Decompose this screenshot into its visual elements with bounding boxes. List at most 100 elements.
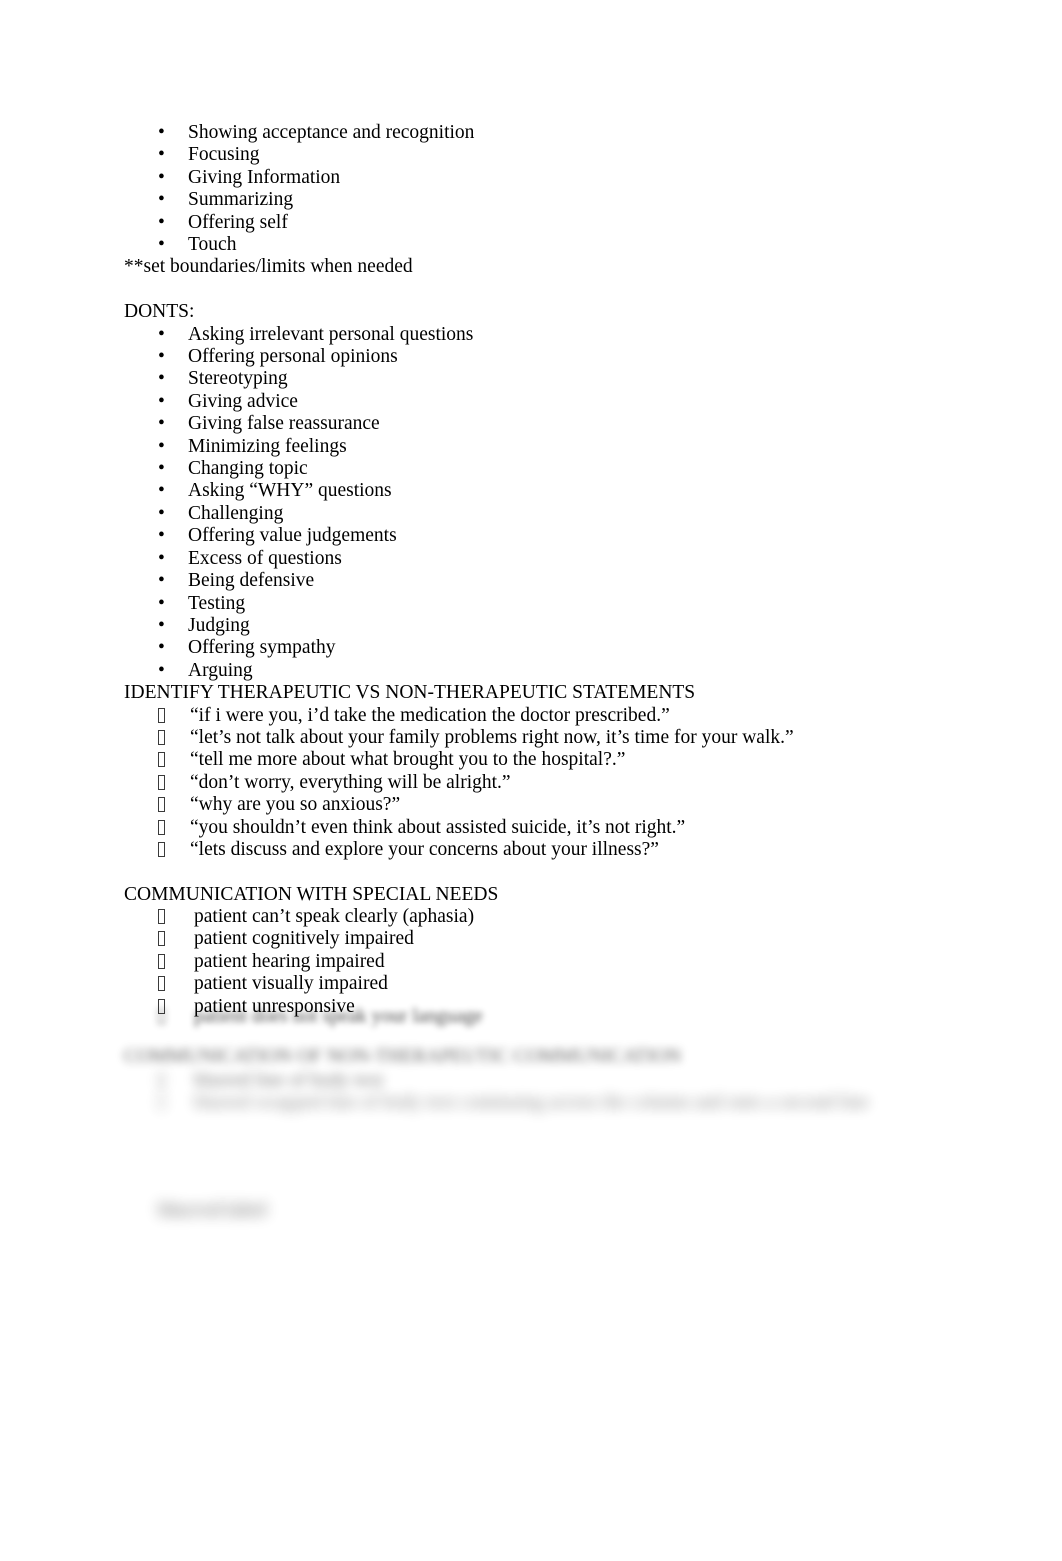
list-item-label: Summarizing [188,189,294,211]
list-item-label: Offering self [188,211,288,233]
missing-glyph-bullet-icon [158,772,190,794]
list-item: “lets discuss and explore your concerns … [124,839,924,861]
list-item: • Offering value judgements [124,525,924,547]
document-page: • Showing acceptance and recognition • F… [0,0,1062,1561]
list-item: • Giving Information [124,167,924,189]
list-item-label: “lets discuss and explore your concerns … [190,838,659,860]
list-item-label: Stereotyping [188,368,288,390]
list-item-label: Focusing [188,144,260,166]
obscured-list-item-row: patient does not speak your language [0,1006,1062,1029]
list-item-label: Giving Information [188,166,341,188]
list-item: • Giving false reassurance [124,413,924,435]
list-item-label: Changing topic [188,458,308,480]
obscured-heading-row: COMMUNICATION OF NON-THERAPEUTIC COMMUNI… [0,1046,1062,1068]
missing-glyph-bullet-icon [158,1007,194,1029]
list-item: “let’s not talk about your family proble… [124,727,924,749]
bullet-icon: • [158,659,165,681]
bullet-icon: • [158,346,165,368]
list-item: • Minimizing feelings [124,436,924,458]
missing-glyph-bullet-icon [158,839,190,861]
list-item-label: “you shouldn’t even think about assisted… [190,816,686,838]
list-item-label: Testing [188,592,246,614]
missing-glyph-bullet-icon [158,749,190,771]
bullet-icon: • [158,122,165,143]
list-item: patient does not speak your language [124,1006,1062,1029]
missing-glyph-bullet-icon [158,727,190,749]
list-item: patient can’t speak clearly (aphasia) [124,906,924,928]
list-item-label: patient hearing impaired [194,950,385,972]
list-item-label: Offering personal opinions [188,346,398,368]
list-item: • Giving advice [124,391,924,413]
list-item: blurred line of body text [124,1070,1062,1093]
bullet-icon: • [158,234,165,256]
list-item-label: Offering value judgements [188,525,397,547]
obscured-list-row-1: blurred line of body text [0,1070,1062,1093]
missing-glyph-bullet-icon [158,928,194,950]
list-item: • Focusing [124,144,924,166]
list-item: • Offering sympathy [124,637,924,659]
list-item-label: Showing acceptance and recognition [188,122,475,143]
list-item-label: Challenging [188,502,284,524]
list-item-label: Judging [188,614,250,636]
list-item-label: Excess of questions [188,547,342,569]
bullet-icon: • [158,547,165,569]
bullet-icon: • [158,480,165,502]
missing-glyph-bullet-icon [158,973,194,995]
list-item: • Touch [124,234,924,256]
dos-list: • Showing acceptance and recognition • F… [124,122,924,256]
list-item: • Asking “WHY” questions [124,480,924,502]
list-item-label: “why are you so anxious?” [190,794,401,816]
bullet-icon: • [158,637,165,659]
missing-glyph-bullet-icon [158,794,190,816]
identify-heading: IDENTIFY THERAPEUTIC VS NON-THERAPEUTIC … [124,682,696,704]
missing-glyph-bullet-icon [158,951,194,973]
bullet-icon: • [158,458,165,480]
missing-glyph-bullet-icon [158,1092,194,1114]
list-item: blurred wrapped line of body text contin… [124,1092,1062,1114]
list-item-label: Offering sympathy [188,637,336,659]
bullet-icon: • [158,211,165,233]
special-needs-list: patient can’t speak clearly (aphasia) pa… [124,906,924,1018]
list-item-label: Giving advice [188,390,298,412]
obscured-list-row-2: blurred wrapped line of body text contin… [0,1092,1062,1114]
boundaries-note: **set boundaries/limits when needed [124,256,413,278]
special-needs-heading: COMMUNICATION WITH SPECIAL NEEDS [124,883,499,905]
list-item-label: Asking “WHY” questions [188,480,392,502]
list-item-label: patient cognitively impaired [194,928,414,950]
bullet-icon: • [158,368,165,390]
list-item: • Stereotyping [124,368,924,390]
list-item: • Showing acceptance and recognition [124,122,924,144]
list-item: • Offering self [124,212,924,234]
obscured-footer-label: blurred label [158,1200,267,1221]
bullet-icon: • [158,189,165,211]
list-item-label: patient visually impaired [194,973,388,995]
identify-list: “if i were you, i’d take the medication … [124,705,924,862]
list-item-label: “tell me more about what brought you to … [190,749,626,771]
list-item: • Being defensive [124,570,924,592]
list-item-label: Being defensive [188,570,315,592]
bullet-icon: • [158,592,165,614]
list-item-label: Arguing [188,659,253,681]
list-item-label: patient can’t speak clearly (aphasia) [194,906,475,928]
donts-list: • Asking irrelevant personal questions •… [124,324,924,683]
bullet-icon: • [158,144,165,166]
missing-glyph-bullet-icon [158,817,190,839]
list-item: • Challenging [124,503,924,525]
list-item: • Excess of questions [124,548,924,570]
bullet-icon: • [158,390,165,412]
list-item-label: “if i were you, i’d take the medication … [190,704,670,726]
bullet-icon: • [158,166,165,188]
list-item: “you shouldn’t even think about assisted… [124,817,924,839]
missing-glyph-bullet-icon [158,1071,194,1093]
list-item-label: Asking irrelevant personal questions [188,323,474,345]
list-item: “if i were you, i’d take the medication … [124,705,924,727]
bullet-icon: • [158,570,165,592]
list-item: “don’t worry, everything will be alright… [124,772,924,794]
list-item-label: “let’s not talk about your family proble… [190,726,794,748]
list-item: “why are you so anxious?” [124,794,924,816]
list-item: patient hearing impaired [124,951,924,973]
bullet-icon: • [158,614,165,636]
list-item-label: Minimizing feelings [188,435,347,457]
